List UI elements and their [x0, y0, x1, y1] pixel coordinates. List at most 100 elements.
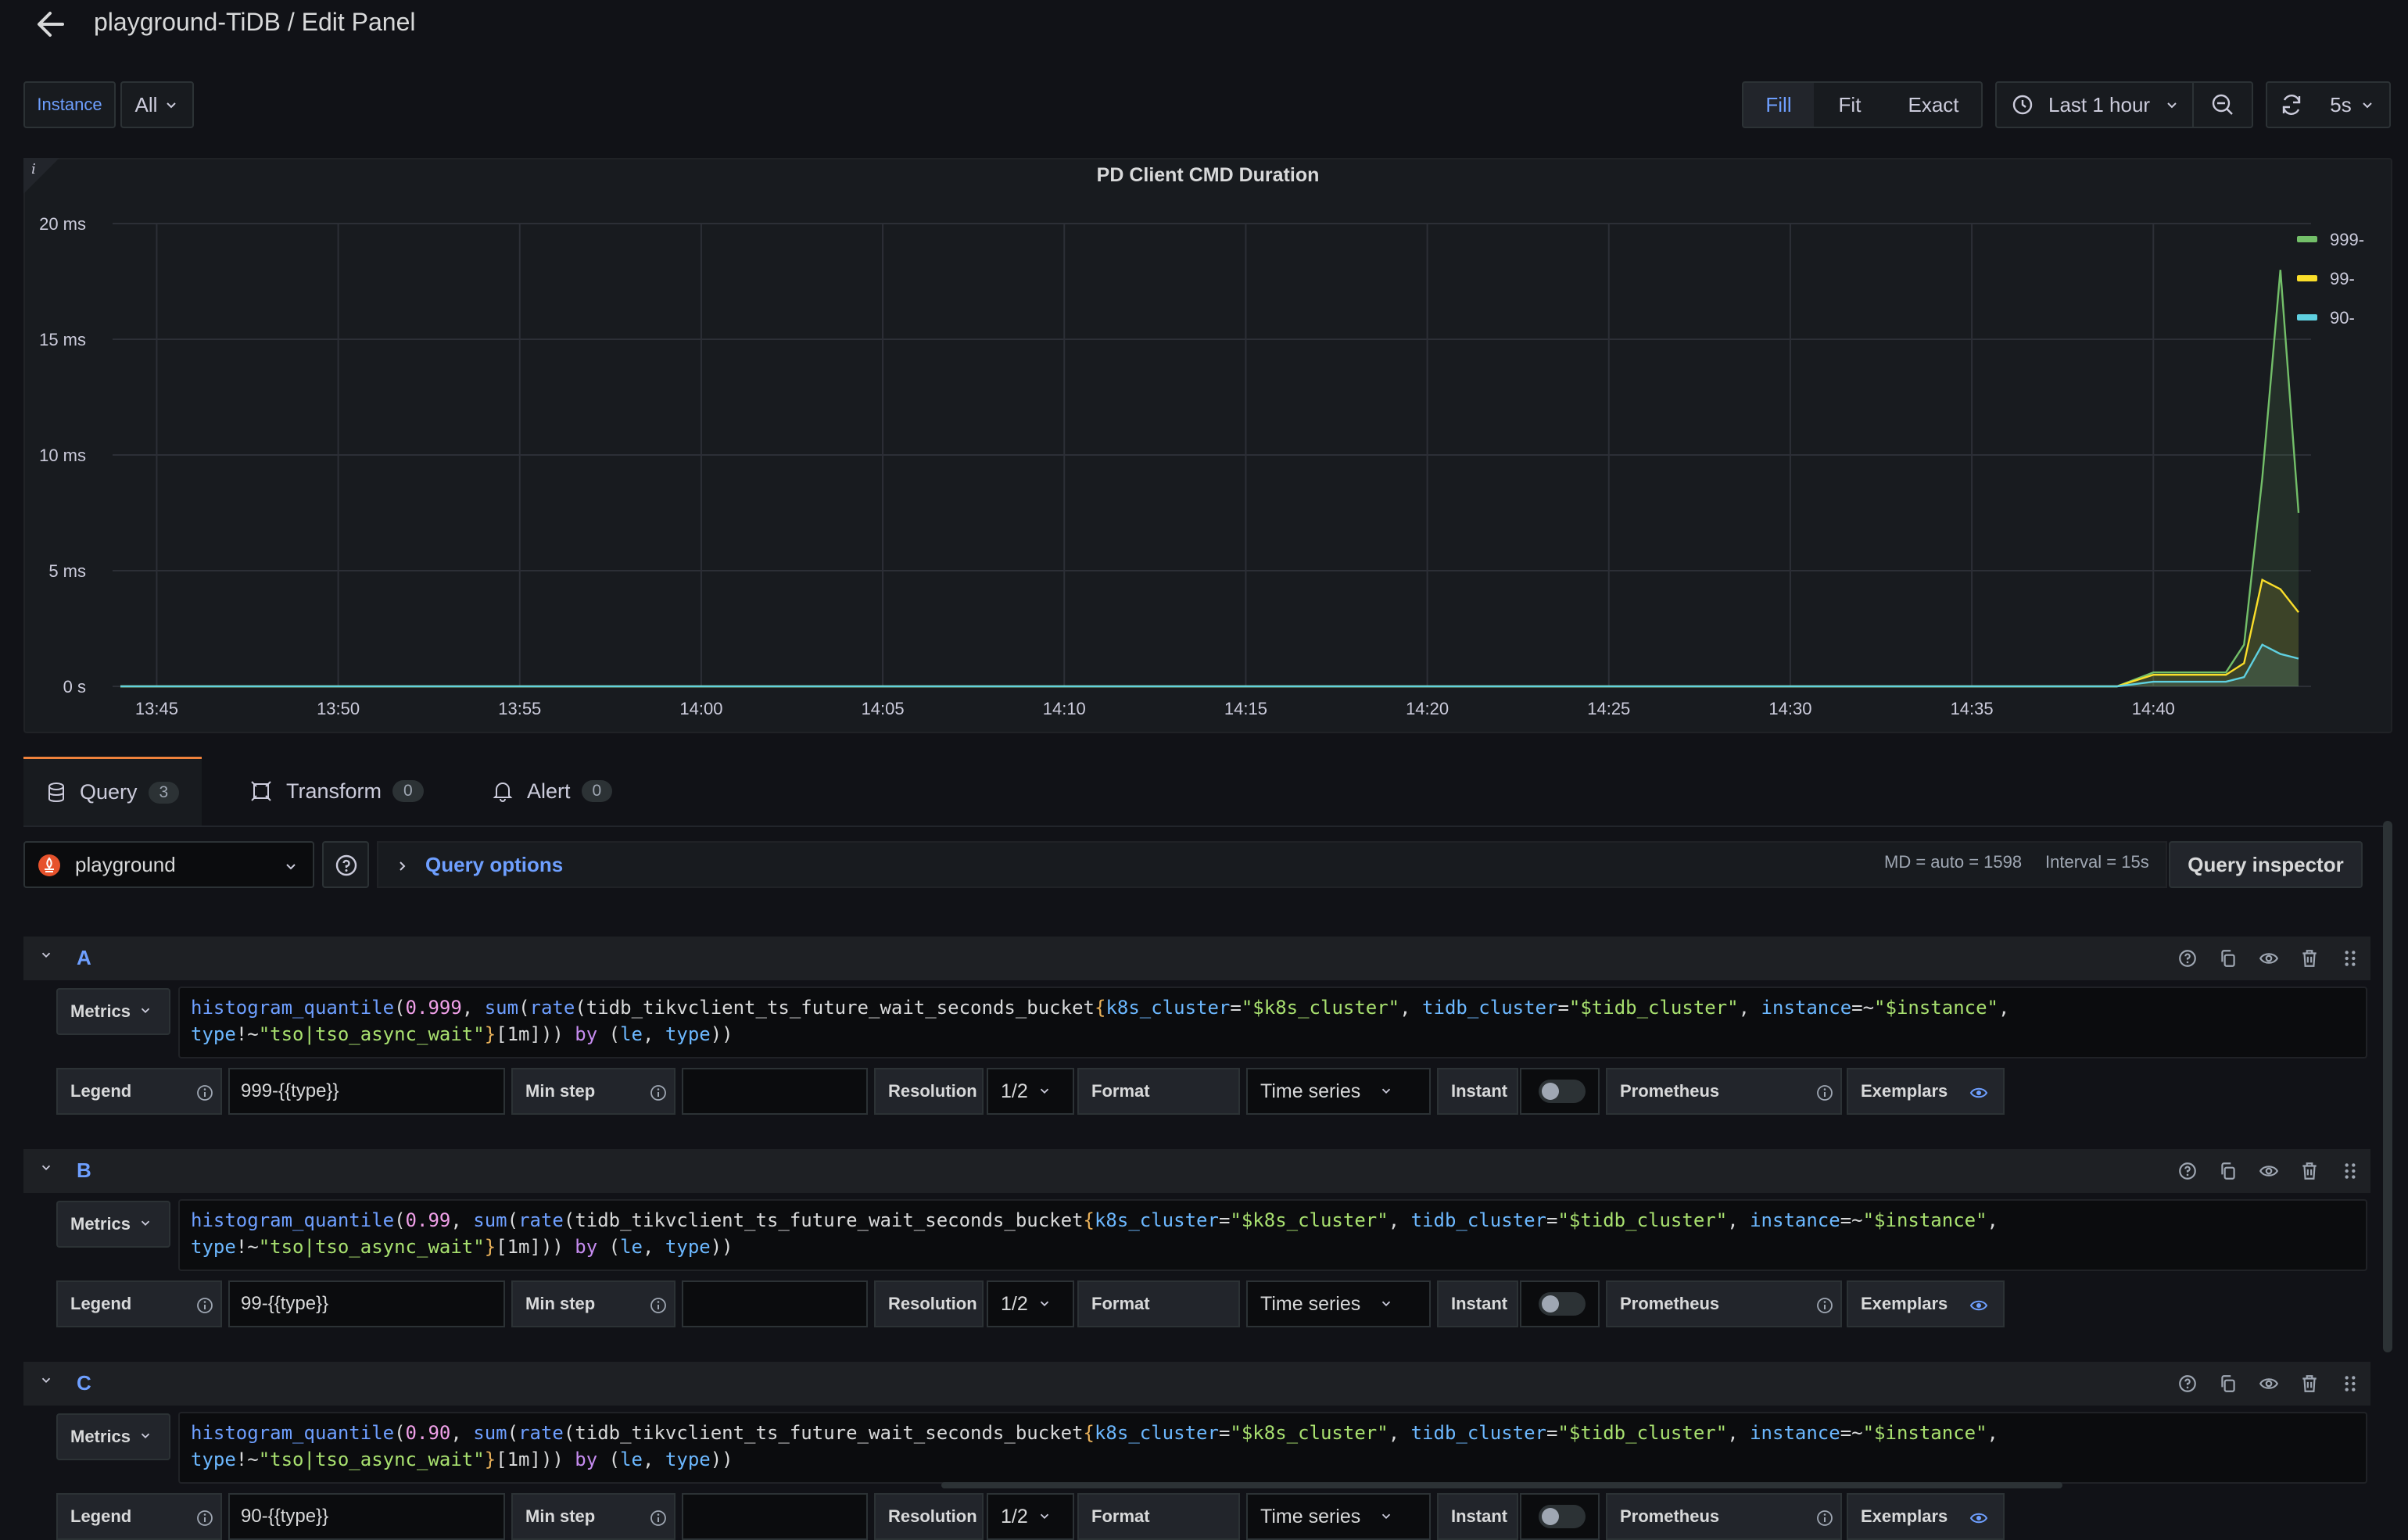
datasource-help-button[interactable]: [322, 841, 369, 888]
prometheus-logo-icon: [38, 854, 60, 876]
instant-toggle[interactable]: [1520, 1068, 1600, 1115]
drag-handle-icon[interactable]: [2340, 1373, 2360, 1394]
metrics-browser-button[interactable]: Metrics: [56, 988, 170, 1035]
x-tick-label: 14:40: [2132, 699, 2175, 718]
legend-input[interactable]: 99-{{type}}: [228, 1280, 505, 1327]
datasource-name: playground: [75, 852, 176, 876]
chevron-down-icon: [1382, 1301, 1391, 1306]
drag-handle-icon[interactable]: [2340, 1161, 2360, 1181]
prometheus-type-label: Prometheus: [1606, 1493, 1842, 1540]
chevron-down-icon: [286, 864, 296, 870]
metrics-label: Metrics: [70, 1214, 131, 1234]
datasource-select[interactable]: playground: [23, 841, 314, 888]
back-arrow-icon[interactable]: [31, 5, 70, 44]
instant-toggle[interactable]: [1520, 1280, 1600, 1327]
drag-handle-icon[interactable]: [2340, 948, 2360, 969]
resolution-label: Resolution: [874, 1068, 984, 1115]
horizontal-scrollbar[interactable]: [941, 1482, 2062, 1488]
trash-icon[interactable]: [2299, 948, 2320, 969]
copy-icon[interactable]: [2218, 1161, 2238, 1181]
vertical-scrollbar[interactable]: [2383, 821, 2392, 1352]
tab-transform-label: Transform: [286, 779, 382, 803]
prometheus-type-label: Prometheus: [1606, 1068, 1842, 1115]
eye-icon[interactable]: [2259, 1373, 2279, 1394]
y-tick-label: 5 ms: [48, 561, 86, 581]
tab-transform[interactable]: Transform 0: [250, 757, 424, 826]
x-tick-label: 14:20: [1406, 699, 1449, 718]
query-inspector-button[interactable]: Query inspector: [2169, 841, 2363, 888]
chevron-down-icon: [1382, 1088, 1391, 1094]
trash-icon[interactable]: [2299, 1373, 2320, 1394]
x-tick-label: 13:55: [498, 699, 541, 718]
query-expression-editor[interactable]: histogram_quantile(0.90, sum(rate(tidb_t…: [178, 1412, 2367, 1484]
chevron-down-icon: [2167, 102, 2177, 109]
legend-swatch: [2297, 275, 2317, 281]
copy-icon[interactable]: [2218, 1373, 2238, 1394]
legend-label: Legend: [56, 1068, 222, 1115]
fill-button[interactable]: Fill: [1742, 81, 1815, 128]
legend-input[interactable]: 90-{{type}}: [228, 1493, 505, 1540]
copy-icon[interactable]: [2218, 948, 2238, 969]
eye-icon[interactable]: [2259, 1161, 2279, 1181]
x-tick-label: 14:15: [1224, 699, 1267, 718]
refresh-interval-picker[interactable]: 5s: [2316, 81, 2391, 128]
legend-label[interactable]: 90-: [2330, 308, 2355, 328]
y-tick-label: 20 ms: [39, 214, 86, 234]
min-step-input[interactable]: [682, 1068, 868, 1115]
tab-query[interactable]: Query 3: [23, 757, 202, 826]
legend-label: Legend: [56, 1280, 222, 1327]
min-step-input[interactable]: [682, 1493, 868, 1540]
prometheus-type-label: Prometheus: [1606, 1280, 1842, 1327]
exemplars-toggle[interactable]: Exemplars: [1847, 1280, 2005, 1327]
exemplars-toggle[interactable]: Exemplars: [1847, 1068, 2005, 1115]
query-ref-id[interactable]: A: [77, 946, 91, 970]
resolution-select[interactable]: 1/2: [987, 1493, 1074, 1540]
info-circle-icon: [1817, 1085, 1833, 1101]
min-step-input[interactable]: [682, 1280, 868, 1327]
legend-label[interactable]: 999-: [2330, 230, 2364, 249]
query-ref-id[interactable]: C: [77, 1371, 91, 1395]
help-circle-icon[interactable]: [2177, 1373, 2198, 1394]
instant-toggle[interactable]: [1520, 1493, 1600, 1540]
exact-button[interactable]: Exact: [1886, 81, 1983, 128]
zoom-out-button[interactable]: [2194, 81, 2253, 128]
resolution-select[interactable]: 1/2: [987, 1068, 1074, 1115]
query-expression-editor[interactable]: histogram_quantile(0.999, sum(rate(tidb_…: [178, 987, 2367, 1058]
collapse-toggle[interactable]: [39, 1160, 53, 1178]
format-select[interactable]: Time series: [1246, 1280, 1431, 1327]
info-circle-icon: [650, 1510, 666, 1526]
chevron-down-icon: [1040, 1301, 1048, 1306]
help-circle-icon[interactable]: [2177, 948, 2198, 969]
eye-icon[interactable]: [2259, 948, 2279, 969]
time-series-chart[interactable]: 20 ms 15 ms 10 ms 5 ms 0 s 13:45 13:50 13:55 14…: [23, 195, 2392, 727]
query-expression-editor[interactable]: histogram_quantile(0.99, sum(rate(tidb_t…: [178, 1199, 2367, 1271]
zoom-out-icon: [2212, 94, 2233, 115]
format-select[interactable]: Time series: [1246, 1068, 1431, 1115]
fit-button[interactable]: Fit: [1814, 81, 1887, 128]
legend-label[interactable]: 99-: [2330, 269, 2355, 288]
help-circle-icon: [335, 854, 357, 876]
collapse-toggle[interactable]: [39, 947, 53, 965]
format-select[interactable]: Time series: [1246, 1493, 1431, 1540]
metrics-browser-button[interactable]: Metrics: [56, 1413, 170, 1460]
query-ref-id[interactable]: B: [77, 1159, 91, 1183]
trash-icon[interactable]: [2299, 1161, 2320, 1181]
time-range-label: Last 1 hour: [2048, 92, 2151, 116]
tab-alert[interactable]: Alert 0: [493, 757, 613, 826]
variable-select-instance[interactable]: All: [120, 81, 194, 128]
resolution-select[interactable]: 1/2: [987, 1280, 1074, 1327]
collapse-toggle[interactable]: [39, 1373, 53, 1391]
time-range-picker[interactable]: Last 1 hour: [1995, 81, 2194, 128]
info-circle-icon: [197, 1085, 213, 1101]
chevron-down-icon: [141, 1433, 150, 1438]
eye-icon: [1969, 1513, 1988, 1524]
tab-alert-count: 0: [581, 780, 613, 802]
tab-alert-label: Alert: [527, 779, 571, 803]
variable-value: All: [134, 92, 158, 116]
chevron-down-icon: [1382, 1513, 1391, 1519]
legend-input[interactable]: 999-{{type}}: [228, 1068, 505, 1115]
refresh-button[interactable]: [2266, 81, 2317, 128]
help-circle-icon[interactable]: [2177, 1161, 2198, 1181]
metrics-browser-button[interactable]: Metrics: [56, 1201, 170, 1248]
exemplars-toggle[interactable]: Exemplars: [1847, 1493, 2005, 1540]
